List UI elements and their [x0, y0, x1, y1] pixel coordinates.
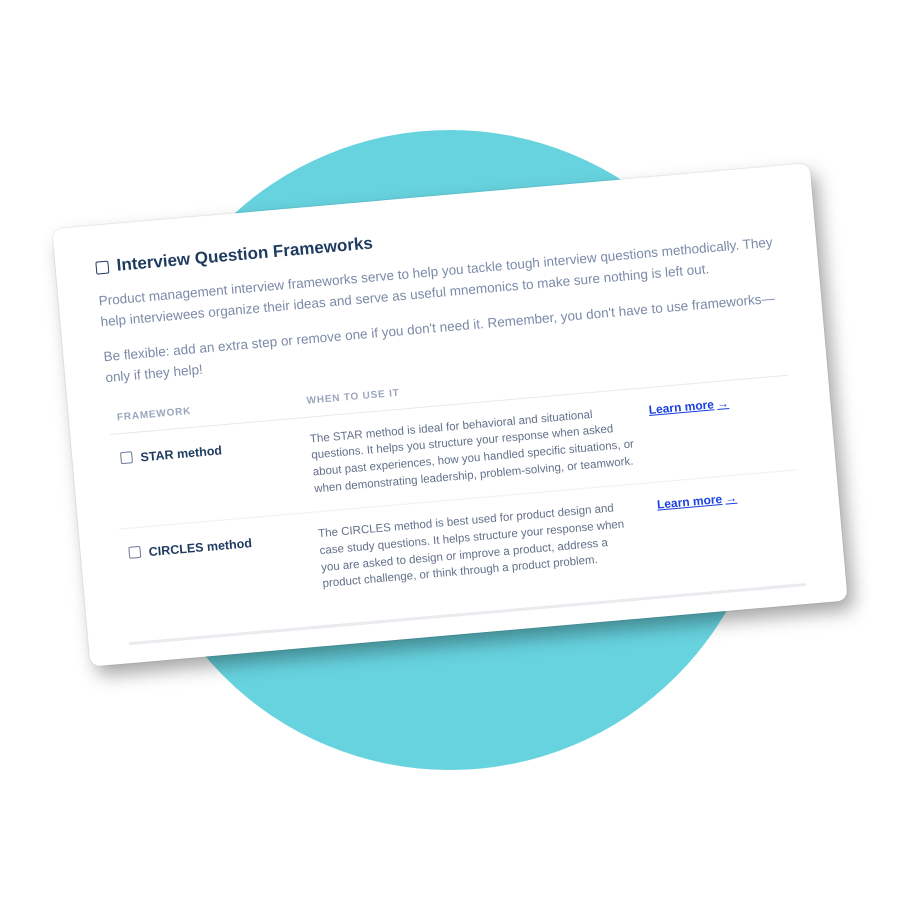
content-card: Interview Question Frameworks Product ma…: [52, 163, 847, 667]
checkbox-icon[interactable]: [120, 451, 133, 464]
card-container: Interview Question Frameworks Product ma…: [52, 163, 847, 667]
learn-more-link[interactable]: Learn more →: [656, 490, 738, 514]
framework-name-cell: STAR method: [120, 433, 295, 468]
section-heading-text: Interview Question Frameworks: [116, 233, 374, 275]
stage: Interview Question Frameworks Product ma…: [0, 0, 900, 900]
checkbox-icon: [95, 260, 109, 274]
learn-more-label: Learn more: [648, 396, 715, 419]
arrow-right-icon: →: [724, 490, 737, 508]
learn-more-link[interactable]: Learn more →: [648, 395, 730, 419]
frameworks-table: FRAMEWORK WHEN TO USE IT STAR method: [108, 344, 805, 625]
learn-more-label: Learn more: [656, 491, 723, 514]
framework-name-cell: CIRCLES method: [128, 528, 303, 563]
framework-name: CIRCLES method: [148, 535, 253, 562]
arrow-right-icon: →: [716, 395, 729, 413]
checkbox-icon[interactable]: [128, 546, 141, 559]
framework-name: STAR method: [140, 441, 223, 466]
